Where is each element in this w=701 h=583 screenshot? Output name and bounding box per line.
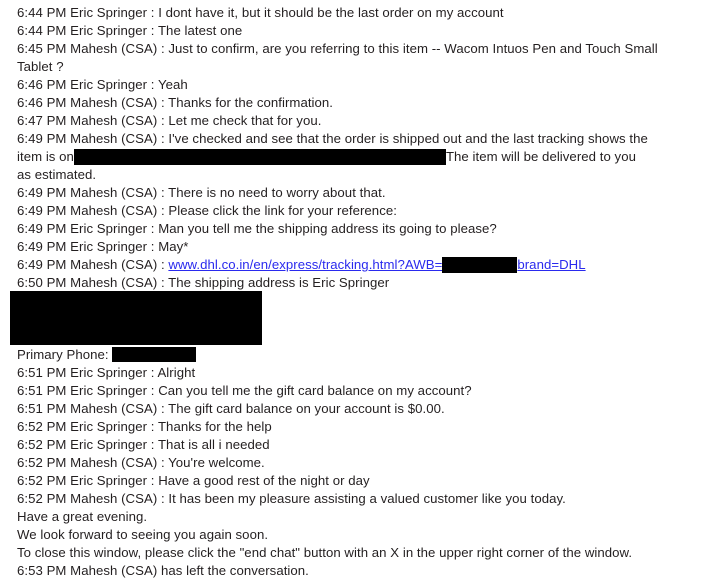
message-text-prefix: item is on	[17, 149, 74, 164]
chat-message-line: 6:52 PM Eric Springer : Thanks for the h…	[17, 419, 272, 434]
message-timestamp-sender: 6:49 PM Mahesh (CSA) :	[17, 257, 169, 272]
primary-phone-label: Primary Phone:	[17, 347, 109, 362]
chat-message-line: 6:45 PM Mahesh (CSA) : Just to confirm, …	[17, 41, 658, 74]
chat-message-line: 6:52 PM Mahesh (CSA) : You're welcome.	[17, 455, 265, 470]
chat-message-line: Have a great evening.	[17, 509, 148, 524]
redaction-block-primary-phone	[111, 347, 196, 363]
chat-message-line: 6:46 PM Eric Springer : Yeah	[17, 77, 188, 92]
redaction-block-tracking-location	[73, 148, 446, 165]
chat-message-line: 6:49 PM Mahesh (CSA) : Please click the …	[17, 203, 397, 218]
chat-message-line: 6:51 PM Eric Springer : Can you tell me …	[17, 383, 472, 398]
chat-message-line: 6:50 PM Mahesh (CSA) : The shipping addr…	[17, 275, 390, 290]
redaction-block-shipping-address	[10, 291, 262, 345]
dhl-tracking-link-text-after: brand=DHL	[517, 257, 586, 272]
chat-message-line: We look forward to seeing you again soon…	[17, 527, 269, 542]
primary-phone-line: Primary Phone:	[17, 346, 196, 364]
chat-message-line: 6:51 PM Eric Springer : Alright	[17, 365, 196, 380]
dhl-tracking-link[interactable]: www.dhl.co.in/en/express/tracking.html?A…	[168, 256, 586, 273]
chat-message-line: 6:47 PM Mahesh (CSA) : Let me check that…	[17, 113, 322, 128]
chat-message-line: 6:52 PM Mahesh (CSA) : It has been my pl…	[17, 491, 566, 506]
redaction-block-awb-number	[442, 256, 518, 273]
chat-message-line: as estimated.	[17, 167, 97, 182]
chat-message-line: 6:49 PM Mahesh (CSA) : There is no need …	[17, 185, 386, 200]
chat-message-line: 6:51 PM Mahesh (CSA) : The gift card bal…	[17, 401, 445, 416]
chat-message-line: 6:49 PM Mahesh (CSA) : I've checked and …	[17, 131, 648, 146]
chat-message-line: 6:52 PM Eric Springer : Have a good rest…	[17, 473, 370, 488]
chat-message-line: 6:44 PM Eric Springer : The latest one	[17, 23, 243, 38]
chat-message-line: 6:52 PM Eric Springer : That is all i ne…	[17, 437, 270, 452]
chat-message-line-redacted-tracking: item is on The item will be delivered to …	[17, 148, 636, 166]
chat-message-line: 6:46 PM Mahesh (CSA) : Thanks for the co…	[17, 95, 334, 110]
chat-message-line: 6:44 PM Eric Springer : I dont have it, …	[17, 5, 504, 20]
chat-message-line-agent-left: 6:53 PM Mahesh (CSA) has left the conver…	[17, 563, 309, 578]
chat-message-line-tracking-link: 6:49 PM Mahesh (CSA) : www.dhl.co.in/en/…	[17, 256, 586, 274]
dhl-tracking-link-text-before: www.dhl.co.in/en/express/tracking.html?A…	[168, 257, 443, 272]
message-text-suffix: The item will be delivered to you	[445, 149, 636, 164]
chat-message-line: 6:49 PM Eric Springer : Man you tell me …	[17, 221, 497, 236]
chat-transcript: 6:44 PM Eric Springer : I dont have it, …	[0, 0, 701, 583]
chat-message-line: 6:49 PM Eric Springer : May*	[17, 239, 189, 254]
chat-message-line: To close this window, please click the "…	[17, 545, 633, 560]
